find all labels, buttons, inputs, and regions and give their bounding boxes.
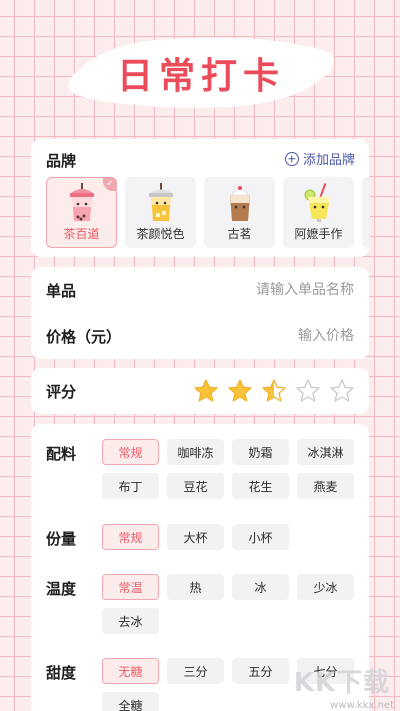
topping-option[interactable]: 常规: [102, 439, 159, 465]
add-brand-button[interactable]: 添加品牌: [284, 149, 355, 168]
topping-option[interactable]: 花生: [232, 473, 289, 499]
topping-option[interactable]: 冰淇淋: [297, 439, 354, 465]
sweetness-label: 甜度: [46, 664, 77, 682]
fruit-tea-cup-icon: [148, 183, 173, 221]
sweetness-row-2: 全糖: [102, 692, 159, 711]
temperature-option[interactable]: 常温: [102, 574, 159, 600]
toppings-row-2: 布丁 豆花 花生 燕麦: [102, 473, 354, 499]
temperature-row-1: 常温 热 冰 少冰: [102, 574, 354, 600]
sweetness-option[interactable]: 全糖: [102, 692, 159, 711]
topping-option[interactable]: 咖啡冻: [167, 439, 224, 465]
temperature-row-2: 去冰: [102, 608, 159, 634]
topping-option[interactable]: 豆花: [167, 473, 224, 499]
temperature-option[interactable]: 去冰: [102, 608, 159, 634]
star-icon[interactable]: [261, 378, 287, 404]
brand-label: 品牌: [46, 152, 77, 170]
brand-tile-partial[interactable]: [362, 177, 370, 248]
size-option[interactable]: 常规: [102, 524, 159, 550]
brand-list: ✓ 茶百道 茶颜悦色 古茗 阿嬷手作: [46, 177, 370, 248]
cream-tea-cup-icon: [229, 186, 250, 221]
watermark-url: www.kkx.net: [330, 700, 394, 711]
rating-label: 评分: [46, 383, 77, 401]
toppings-row-1: 常规 咖啡冻 奶霜 冰淇淋: [102, 439, 354, 465]
title-banner: 日常打卡: [74, 33, 328, 113]
brand-name: 古茗: [227, 227, 252, 241]
star-rating: [193, 378, 355, 404]
add-brand-label: 添加品牌: [302, 153, 355, 168]
sweetness-option[interactable]: 无糖: [102, 658, 159, 684]
rating-card: 评分: [31, 368, 369, 414]
milk-tea-cup-icon: [69, 183, 94, 221]
size-row: 常规 大杯 小杯: [102, 524, 289, 550]
toppings-label: 配料: [46, 445, 77, 463]
check-icon: ✓: [103, 177, 117, 191]
star-icon[interactable]: [227, 378, 253, 404]
page-title: 日常打卡: [116, 56, 285, 97]
sweetness-option[interactable]: 五分: [232, 658, 289, 684]
price-input[interactable]: [184, 328, 354, 344]
watermark-logo: KK下载: [293, 668, 390, 698]
topping-option[interactable]: 布丁: [102, 473, 159, 499]
size-option[interactable]: 大杯: [167, 524, 224, 550]
star-icon[interactable]: [329, 378, 355, 404]
brand-card: 品牌 添加品牌 ✓ 茶百道 茶颜悦色 古茗 阿嬷手作: [31, 139, 370, 257]
price-row: 价格（元）: [46, 325, 354, 347]
topping-option[interactable]: 奶霜: [232, 439, 289, 465]
brand-tile-chayanyuese[interactable]: 茶颜悦色: [125, 177, 196, 248]
star-icon[interactable]: [295, 378, 321, 404]
brand-tile-amoshouzuo[interactable]: 阿嬷手作: [283, 177, 354, 248]
temperature-label: 温度: [46, 580, 77, 598]
brand-name: 茶百道: [63, 227, 100, 241]
lemon-drink-icon: [304, 183, 330, 222]
size-label: 份量: [46, 530, 77, 548]
temperature-option[interactable]: 热: [167, 574, 224, 600]
brand-name: 茶颜悦色: [136, 227, 185, 241]
item-name-input[interactable]: [184, 282, 354, 298]
topping-option[interactable]: 燕麦: [297, 473, 354, 499]
temperature-option[interactable]: 少冰: [297, 574, 354, 600]
brand-tile-chabaidao[interactable]: ✓ 茶百道: [46, 177, 117, 248]
item-price-card: 单品 价格（元）: [31, 267, 369, 359]
brand-name: 阿嬷手作: [294, 227, 343, 241]
star-icon[interactable]: [193, 378, 219, 404]
brand-tile-guming[interactable]: 古茗: [204, 177, 275, 248]
sweetness-option[interactable]: 三分: [167, 658, 224, 684]
temperature-option[interactable]: 冰: [232, 574, 289, 600]
plus-circle-icon: [284, 151, 299, 166]
size-option[interactable]: 小杯: [232, 524, 289, 550]
item-label: 单品: [46, 281, 77, 300]
price-label: 价格（元）: [46, 327, 122, 346]
item-row: 单品: [46, 279, 354, 301]
